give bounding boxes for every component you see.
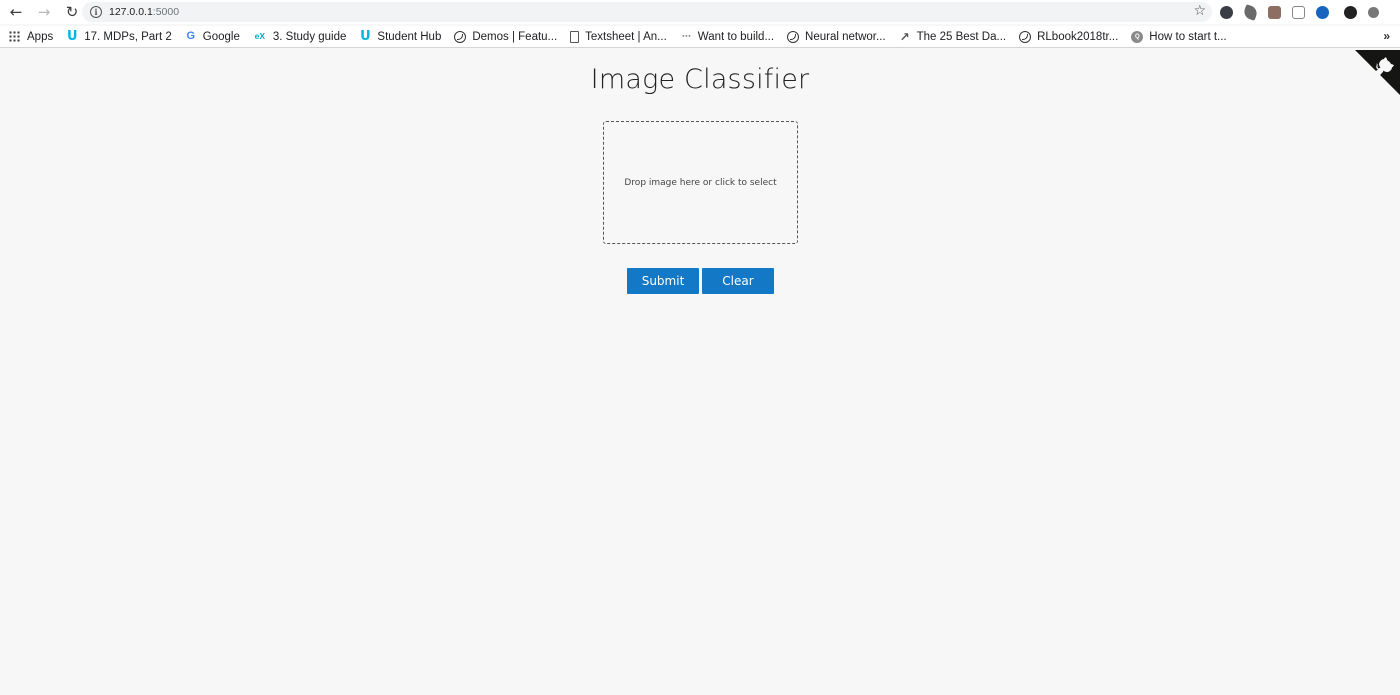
udacity-icon: U	[360, 29, 371, 44]
globe-icon	[454, 30, 467, 43]
apps-grid-icon	[9, 31, 20, 42]
url-text: 127.0.0.1:5000	[109, 6, 180, 18]
dropzone-label: Drop image here or click to select	[624, 177, 777, 188]
globe-icon	[1019, 30, 1032, 43]
bookmark-item[interactable]: Neural networ...	[787, 30, 886, 43]
extension-icon[interactable]	[1316, 5, 1329, 19]
bookmark-item[interactable]: ⋯ Want to build...	[680, 31, 774, 43]
bookmark-item[interactable]: RLbook2018tr...	[1019, 30, 1119, 43]
bookmark-label: 17. MDPs, Part 2	[84, 30, 172, 43]
extension-icon[interactable]	[1292, 5, 1305, 19]
globe-icon	[787, 30, 800, 43]
bookmark-item[interactable]: Textsheet | An...	[570, 30, 667, 43]
quora-icon: Q	[1131, 30, 1144, 43]
bookmark-item[interactable]: Q How to start t...	[1131, 30, 1227, 43]
extensions-area	[1220, 3, 1390, 21]
clear-button[interactable]: Clear	[702, 268, 774, 294]
bookmark-label: Want to build...	[697, 30, 775, 43]
profile-avatar[interactable]	[1344, 5, 1357, 19]
bookmark-item[interactable]: eX 3. Study guide	[253, 31, 347, 43]
bookmark-item[interactable]: Demos | Featu...	[454, 30, 558, 43]
more-bookmarks-chevron-icon[interactable]: »	[1383, 29, 1390, 43]
bookmark-item[interactable]: U Student Hub	[359, 29, 442, 44]
bookmark-item[interactable]: G Google	[185, 31, 240, 43]
bookmark-label: Textsheet | An...	[585, 30, 667, 43]
bookmark-label: Apps	[27, 30, 54, 43]
bookmarks-bar: Apps U 17. MDPs, Part 2 G Google eX 3. S…	[0, 26, 1400, 48]
bookmark-item[interactable]: ↗ The 25 Best Da...	[899, 31, 1007, 43]
extension-icon[interactable]	[1268, 5, 1281, 19]
bookmark-label: How to start t...	[1149, 30, 1227, 43]
edx-icon: eX	[254, 31, 266, 42]
submit-button[interactable]: Submit	[627, 268, 699, 294]
extension-icon[interactable]	[1368, 6, 1379, 18]
chart-icon: ↗	[899, 29, 910, 44]
bookmark-label: The 25 Best Da...	[916, 30, 1007, 43]
udacity-icon: U	[66, 29, 78, 44]
bookmark-label: 3. Study guide	[272, 30, 347, 43]
bookmark-item[interactable]: U 17. MDPs, Part 2	[66, 29, 172, 44]
site-info-icon[interactable]: i	[90, 6, 102, 18]
bookmark-label: RLbook2018tr...	[1037, 30, 1119, 43]
forward-arrow-icon[interactable]: →	[32, 0, 56, 24]
bookmark-apps[interactable]: Apps	[9, 31, 53, 43]
page-title: Image Classifier	[590, 64, 810, 95]
image-dropzone[interactable]: Drop image here or click to select	[603, 121, 798, 244]
google-icon: G	[186, 30, 196, 42]
bookmark-label: Google	[202, 30, 240, 43]
browser-toolbar: ← → ↻ i 127.0.0.1:5000 ☆	[0, 0, 1400, 24]
bookmark-star-icon[interactable]: ☆	[1193, 3, 1206, 19]
back-arrow-icon[interactable]: ←	[4, 0, 28, 24]
address-bar[interactable]: i 127.0.0.1:5000 ☆	[82, 2, 1212, 22]
dots-icon: ⋯	[681, 31, 691, 41]
reload-icon[interactable]: ↻	[60, 0, 84, 24]
document-icon	[570, 30, 580, 43]
bookmark-label: Student Hub	[377, 30, 442, 43]
extension-icon[interactable]	[1220, 5, 1233, 19]
bookmark-label: Neural networ...	[805, 30, 886, 43]
bookmark-label: Demos | Featu...	[472, 30, 558, 43]
extension-icon[interactable]	[1242, 3, 1259, 21]
